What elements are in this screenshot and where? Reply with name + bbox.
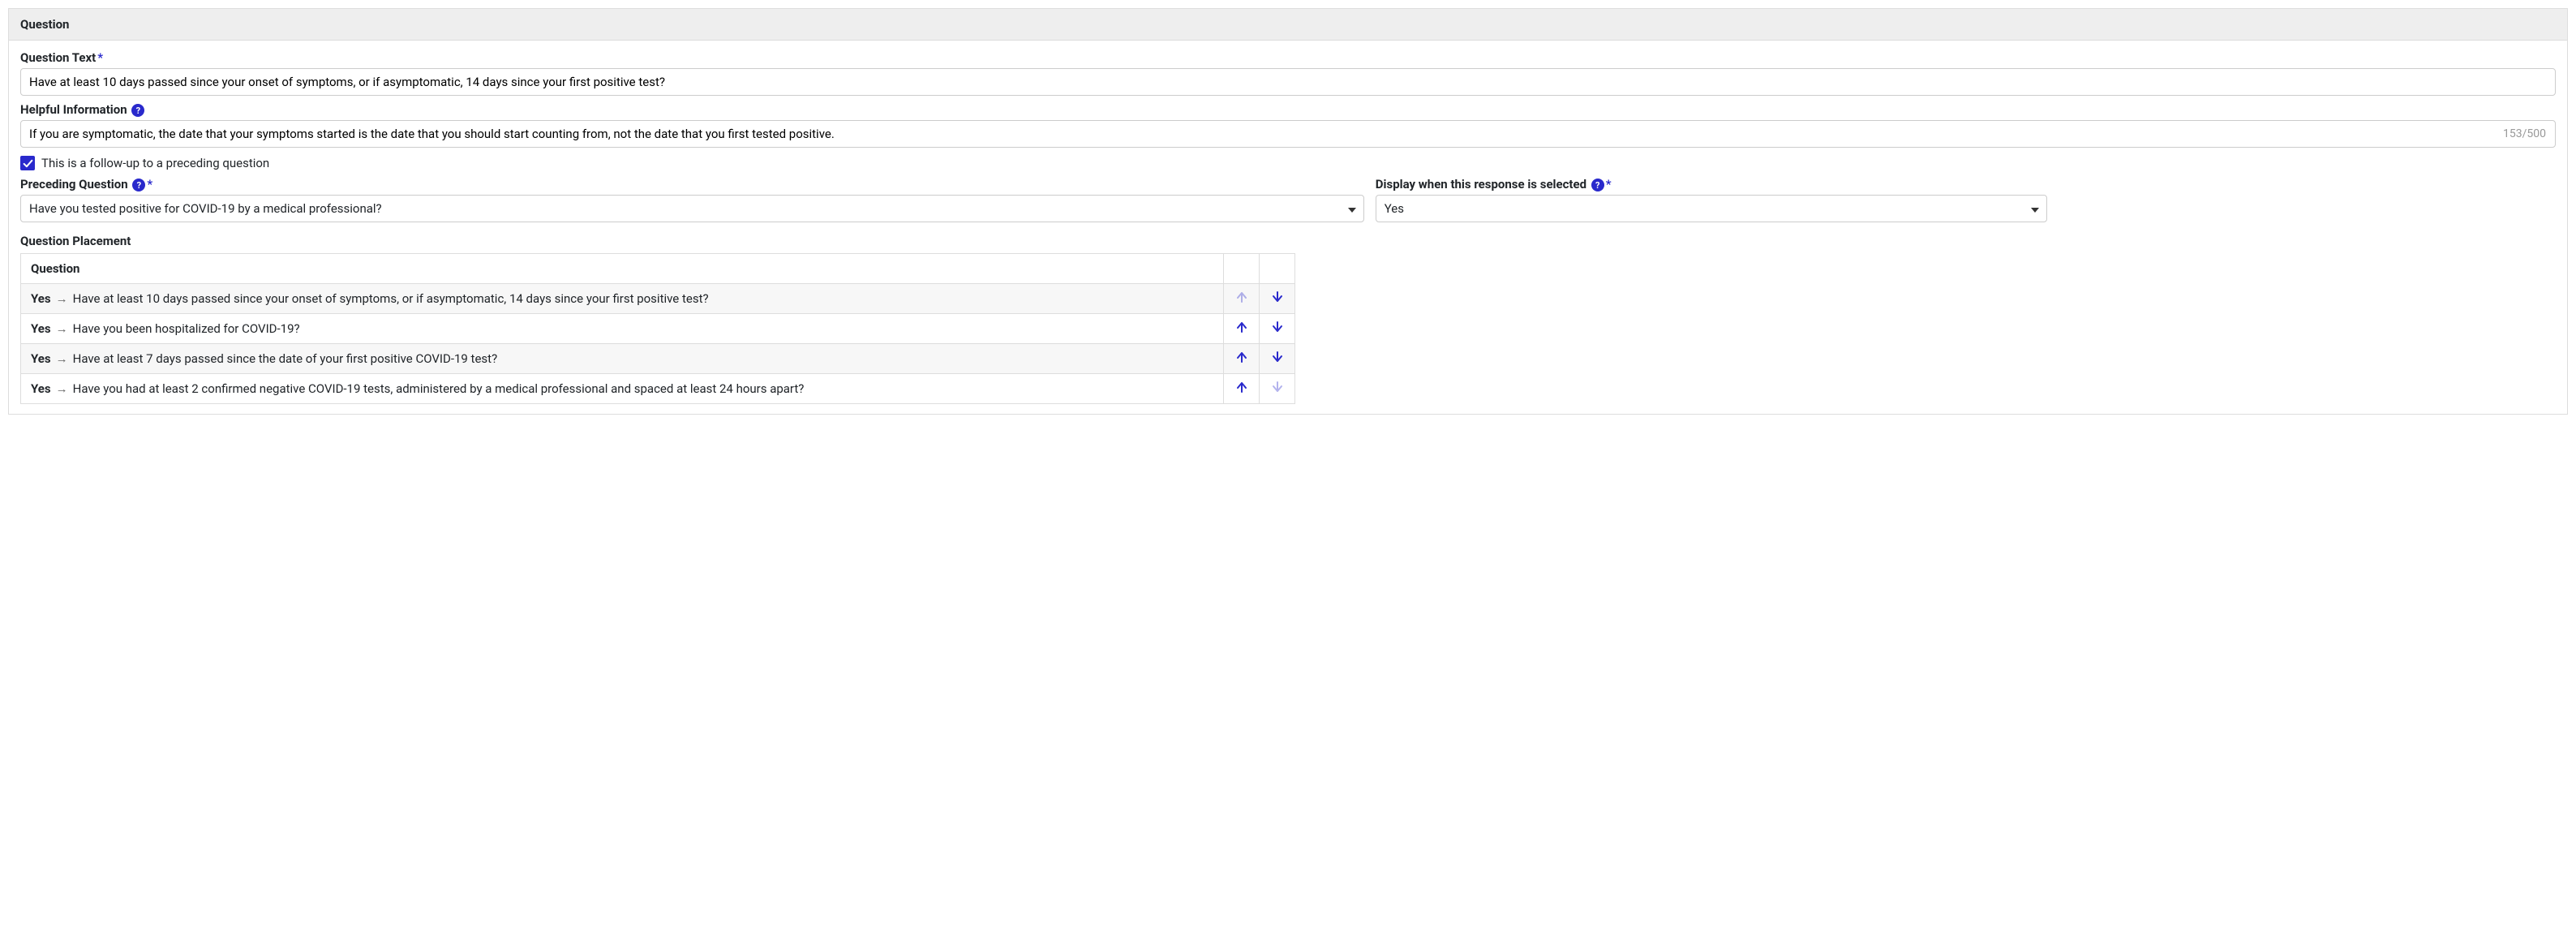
placement-header-up (1224, 254, 1260, 284)
placement-question-text: Have at least 7 days passed since the da… (73, 351, 498, 366)
move-down-button[interactable] (1272, 351, 1283, 363)
arrow-right-icon: → (56, 291, 68, 306)
placement-answer: Yes (31, 351, 51, 366)
preceding-question-select[interactable]: Have you tested positive for COVID-19 by… (20, 195, 1364, 222)
help-icon[interactable]: ? (132, 179, 145, 191)
placement-question-cell: Yes → Have you had at least 2 confirmed ne… (21, 374, 1224, 404)
move-down-cell (1260, 314, 1295, 344)
helpful-info-input-wrap: 153/500 (20, 120, 2556, 148)
display-when-select-wrap: Yes (1376, 195, 2047, 222)
question-text-label: Question Text* (20, 50, 2556, 65)
followup-checkbox-row: This is a follow-up to a preceding quest… (20, 156, 2556, 170)
placement-question-cell: Yes → Have you been hospitalized for COVID… (21, 314, 1224, 344)
arrow-right-icon: → (56, 351, 68, 366)
required-mark: * (97, 50, 103, 65)
move-down-cell (1260, 284, 1295, 314)
helpful-info-input[interactable] (20, 120, 2556, 148)
preceding-question-label-text: Preceding Question (20, 177, 128, 191)
placement-header-question: Question (21, 254, 1224, 284)
move-up-cell (1224, 314, 1260, 344)
question-text-input[interactable] (20, 68, 2556, 96)
question-text-group: Question Text* (20, 50, 2556, 96)
placement-answer: Yes (31, 321, 51, 336)
helpful-info-label: Helpful Information ? (20, 102, 2556, 117)
move-down-cell (1260, 374, 1295, 404)
followup-checkbox-label: This is a follow-up to a preceding quest… (41, 156, 269, 170)
display-when-label-text: Display when this response is selected (1376, 177, 1586, 191)
question-panel: Question Question Text* Helpful Informat… (8, 8, 2568, 415)
placement-question-text: Have at least 10 days passed since your … (73, 291, 709, 306)
help-icon[interactable]: ? (131, 104, 144, 117)
move-up-button[interactable] (1236, 321, 1247, 333)
checkmark-icon (23, 158, 33, 169)
display-when-label: Display when this response is selected ?… (1376, 177, 2047, 191)
move-down-button[interactable] (1272, 321, 1283, 333)
move-down-cell (1260, 344, 1295, 374)
table-row: Yes → Have at least 10 days passed since y… (21, 284, 1295, 314)
panel-body: Question Text* Helpful Information ? 153… (9, 41, 2567, 414)
placement-answer: Yes (31, 381, 51, 396)
placement-question-cell: Yes → Have at least 10 days passed since y… (21, 284, 1224, 314)
move-down-button (1272, 381, 1283, 393)
followup-config-row: Preceding Question ?* Have you tested po… (20, 177, 2556, 222)
move-up-button[interactable] (1236, 381, 1247, 393)
panel-title: Question (9, 9, 2567, 41)
arrow-right-icon: → (56, 321, 68, 336)
table-row: Yes → Have you been hospitalized for COVID… (21, 314, 1295, 344)
placement-question-text: Have you been hospitalized for COVID-19? (73, 321, 300, 336)
move-up-cell (1224, 374, 1260, 404)
help-icon[interactable]: ? (1591, 179, 1604, 191)
move-up-cell (1224, 344, 1260, 374)
preceding-question-select-wrap: Have you tested positive for COVID-19 by… (20, 195, 1364, 222)
move-up-cell (1224, 284, 1260, 314)
placement-header-down (1260, 254, 1295, 284)
question-placement-section: Question Placement Question Yes → Have at … (20, 234, 2556, 404)
placement-question-cell: Yes → Have at least 7 days passed since th… (21, 344, 1224, 374)
move-down-button[interactable] (1272, 291, 1283, 303)
placement-table: Question Yes → Have at least 10 days passe… (20, 253, 1295, 404)
required-mark: * (1606, 177, 1612, 191)
followup-checkbox[interactable] (20, 156, 35, 170)
required-mark: * (147, 177, 152, 191)
move-up-button[interactable] (1236, 351, 1247, 363)
display-when-select[interactable]: Yes (1376, 195, 2047, 222)
preceding-question-group: Preceding Question ?* Have you tested po… (20, 177, 1364, 222)
table-row: Yes → Have you had at least 2 confirmed ne… (21, 374, 1295, 404)
display-when-group: Display when this response is selected ?… (1376, 177, 2047, 222)
move-up-button (1236, 291, 1247, 303)
table-row: Yes → Have at least 7 days passed since th… (21, 344, 1295, 374)
question-text-label-text: Question Text (20, 50, 96, 65)
question-placement-label: Question Placement (20, 234, 2556, 248)
placement-answer: Yes (31, 291, 51, 306)
placement-question-text: Have you had at least 2 confirmed negati… (73, 381, 805, 396)
helpful-info-group: Helpful Information ? 153/500 (20, 102, 2556, 148)
preceding-question-label: Preceding Question ?* (20, 177, 1364, 191)
arrow-right-icon: → (56, 381, 68, 396)
helpful-info-label-text: Helpful Information (20, 102, 127, 117)
